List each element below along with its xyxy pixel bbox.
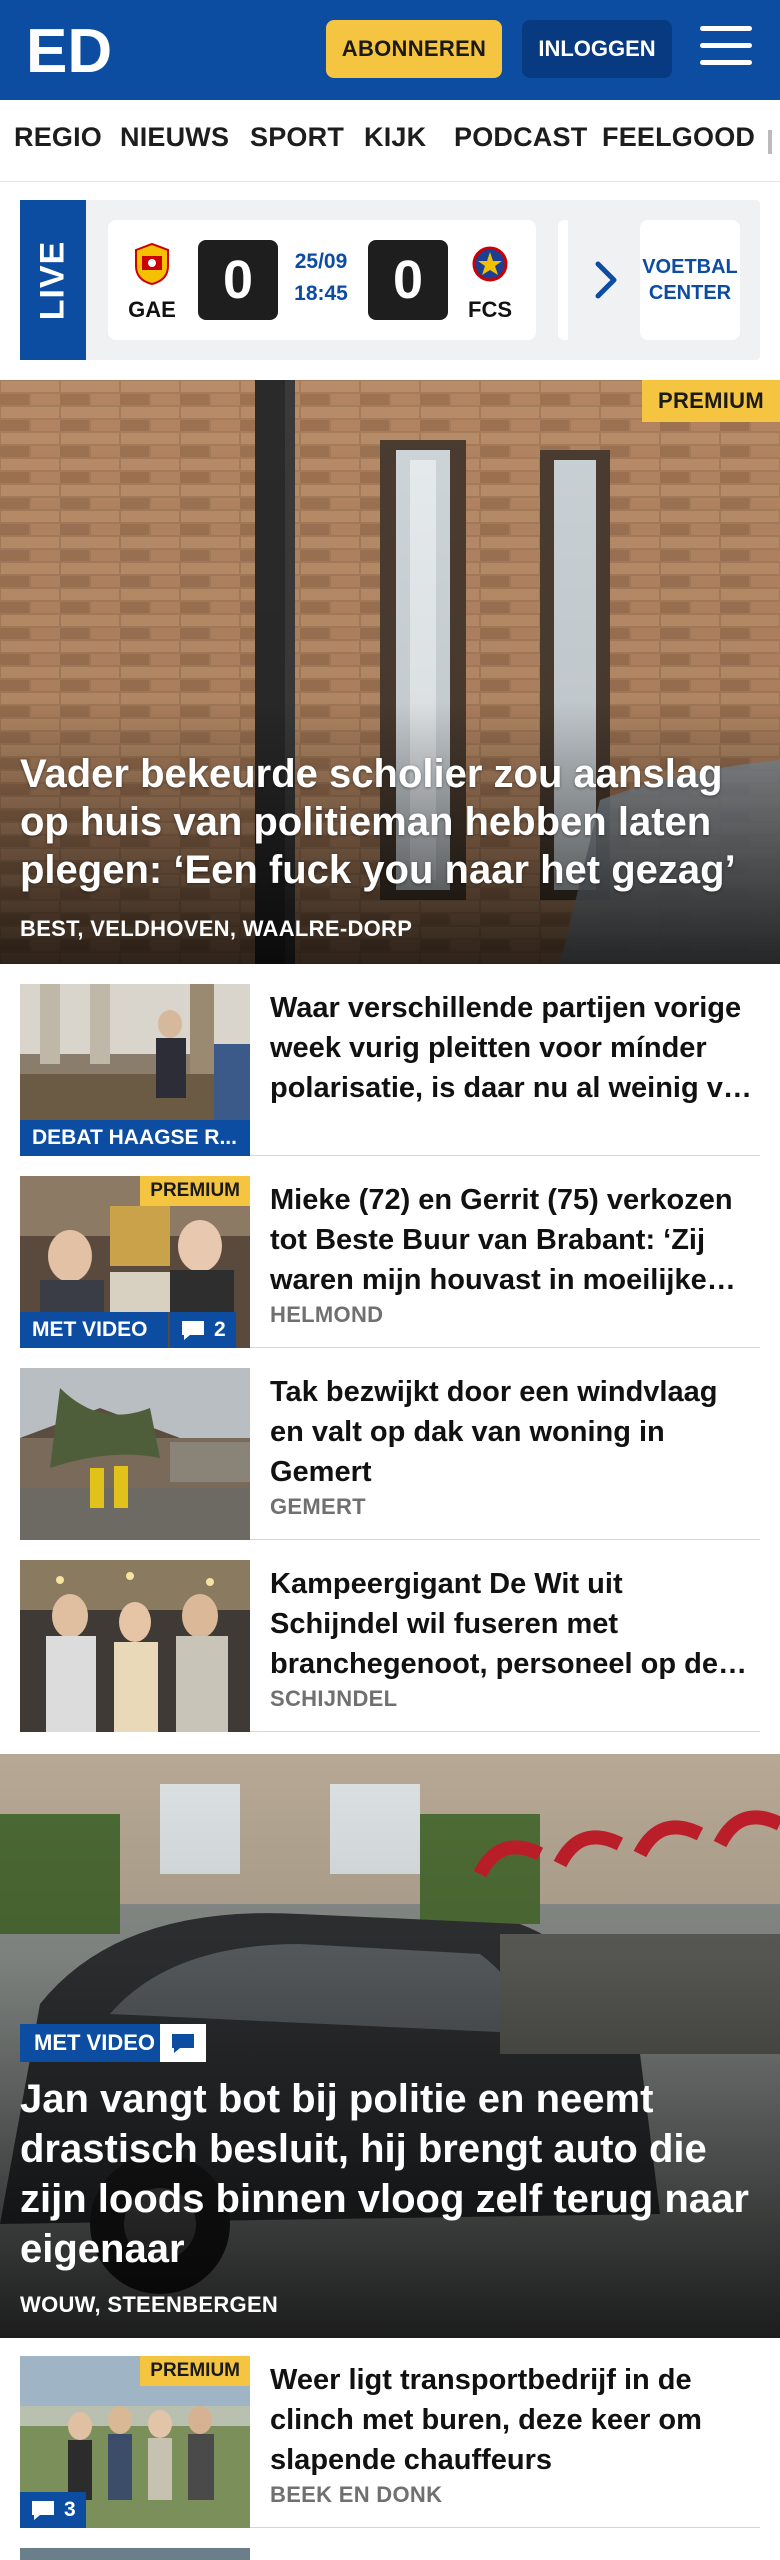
article-card[interactable]: DEBAT HAAGSE R... Waar verschillende par… xyxy=(20,984,760,1156)
article-thumbnail: PREMIUM 3 xyxy=(20,2356,250,2528)
featured-article[interactable]: MET VIDEO Jan vangt bot bij politie en n… xyxy=(0,1754,780,2338)
section-nav: REGIO NIEUWS SPORT KIJK PODCAST FEELGOOD xyxy=(0,100,780,182)
comment-count: 2 xyxy=(214,1318,226,1341)
article-title[interactable]: Weer ligt transportbedrijf in de clinch … xyxy=(270,2360,758,2480)
voetbal-center-link[interactable]: VOETBAL CENTER xyxy=(640,220,740,340)
premium-badge: PREMIUM xyxy=(140,2356,250,2386)
gae-crest-icon xyxy=(135,242,169,286)
ed-logo[interactable]: ED xyxy=(26,20,116,78)
live-label: LIVE xyxy=(20,200,86,360)
video-label: MET VIDEO xyxy=(20,2024,170,2062)
subscribe-button[interactable]: ABONNEREN xyxy=(326,20,502,78)
next-article-thumbnail-peek xyxy=(20,2548,250,2560)
voetbal-center-line1: VOETBAL xyxy=(642,256,738,278)
article-card[interactable]: Tak bezwijkt door een windvlaag en valt … xyxy=(20,1368,760,1540)
article-location: SCHIJNDEL xyxy=(270,1686,398,1711)
premium-badge: PREMIUM xyxy=(642,380,780,422)
next-match-card-edge xyxy=(558,220,568,340)
home-score: 0 xyxy=(198,240,278,320)
article-thumbnail: PREMIUM MET VIDEO 2 xyxy=(20,1176,250,1348)
video-label: MET VIDEO xyxy=(20,1312,168,1348)
comment-count: 3 xyxy=(64,2498,76,2521)
svg-text:ED: ED xyxy=(26,20,112,78)
article-card[interactable]: PREMIUM 3 Weer ligt transportbedrijf in … xyxy=(20,2356,760,2528)
comment-icon xyxy=(182,1321,204,1340)
nav-next-item-hint xyxy=(768,130,772,154)
fcs-crest-icon xyxy=(472,246,508,282)
article-card[interactable]: Kampeergigant De Wit uit Schijndel wil f… xyxy=(20,1560,760,1732)
match-time: 18:45 xyxy=(294,282,348,305)
hamburger-menu-icon[interactable] xyxy=(700,26,752,70)
nav-item-feelgood[interactable]: FEELGOOD xyxy=(602,122,755,153)
article-thumbnail xyxy=(20,1368,250,1540)
article-location: GEMERT xyxy=(270,1494,366,1519)
home-team: GAE xyxy=(122,242,182,323)
hero-title[interactable]: Vader bekeurde scholier zou aanslag op h… xyxy=(20,750,760,894)
chevron-right-icon[interactable] xyxy=(590,258,624,302)
away-team: FCS xyxy=(460,242,520,323)
comment-count-badge[interactable]: 2 xyxy=(170,1312,236,1348)
nav-item-kijk[interactable]: KIJK xyxy=(364,122,426,153)
campers-photo xyxy=(20,1560,250,1732)
premium-badge: PREMIUM xyxy=(140,1176,250,1206)
nav-item-podcast[interactable]: PODCAST xyxy=(454,122,587,153)
comment-count-badge[interactable]: 3 xyxy=(20,2492,86,2528)
article-title[interactable]: Tak bezwijkt door een windvlaag en valt … xyxy=(270,1372,758,1492)
article-title[interactable]: Kampeergigant De Wit uit Schijndel wil f… xyxy=(270,1564,758,1684)
article-card[interactable]: PREMIUM MET VIDEO 2 Mieke (72) en Gerrit… xyxy=(20,1176,760,1348)
site-header: ED ABONNEREN INLOGGEN xyxy=(0,0,780,100)
featured-title[interactable]: Jan vangt bot bij politie en neemt drast… xyxy=(20,2074,760,2274)
article-location: HELMOND xyxy=(270,1302,384,1327)
nav-item-nieuws[interactable]: NIEUWS xyxy=(120,122,229,153)
comment-count-badge[interactable] xyxy=(160,2024,206,2062)
voetbal-center-line2: CENTER xyxy=(648,282,732,304)
comment-icon xyxy=(32,2501,54,2520)
hero-article[interactable]: PREMIUM Vader bekeurde scholier zou aans… xyxy=(0,380,780,964)
hero-location: BEST, VELDHOVEN, WAALRE-DORP xyxy=(20,916,413,941)
storm-branch-photo xyxy=(20,1368,250,1540)
match-card[interactable]: GAE 0 25/09 18:45 0 FCS xyxy=(108,220,536,340)
topic-label: DEBAT HAAGSE R... xyxy=(20,1120,250,1156)
article-title[interactable]: Waar verschillende partijen vorige week … xyxy=(270,988,758,1108)
home-team-name: GAE xyxy=(128,297,176,322)
away-team-name: FCS xyxy=(468,297,512,322)
article-thumbnail: DEBAT HAAGSE R... xyxy=(20,984,250,1156)
featured-location: WOUW, STEENBERGEN xyxy=(20,2292,279,2317)
login-button[interactable]: INLOGGEN xyxy=(522,20,672,78)
comment-icon xyxy=(172,2034,194,2053)
article-thumbnail xyxy=(20,1560,250,1732)
away-score: 0 xyxy=(368,240,448,320)
nav-item-regio[interactable]: REGIO xyxy=(14,122,102,153)
article-location: BEEK EN DONK xyxy=(270,2482,443,2507)
nav-item-sport[interactable]: SPORT xyxy=(250,122,344,153)
article-title[interactable]: Mieke (72) en Gerrit (75) verkozen tot B… xyxy=(270,1180,758,1300)
match-datetime: 25/09 18:45 xyxy=(278,246,364,310)
match-date: 25/09 xyxy=(294,250,348,273)
